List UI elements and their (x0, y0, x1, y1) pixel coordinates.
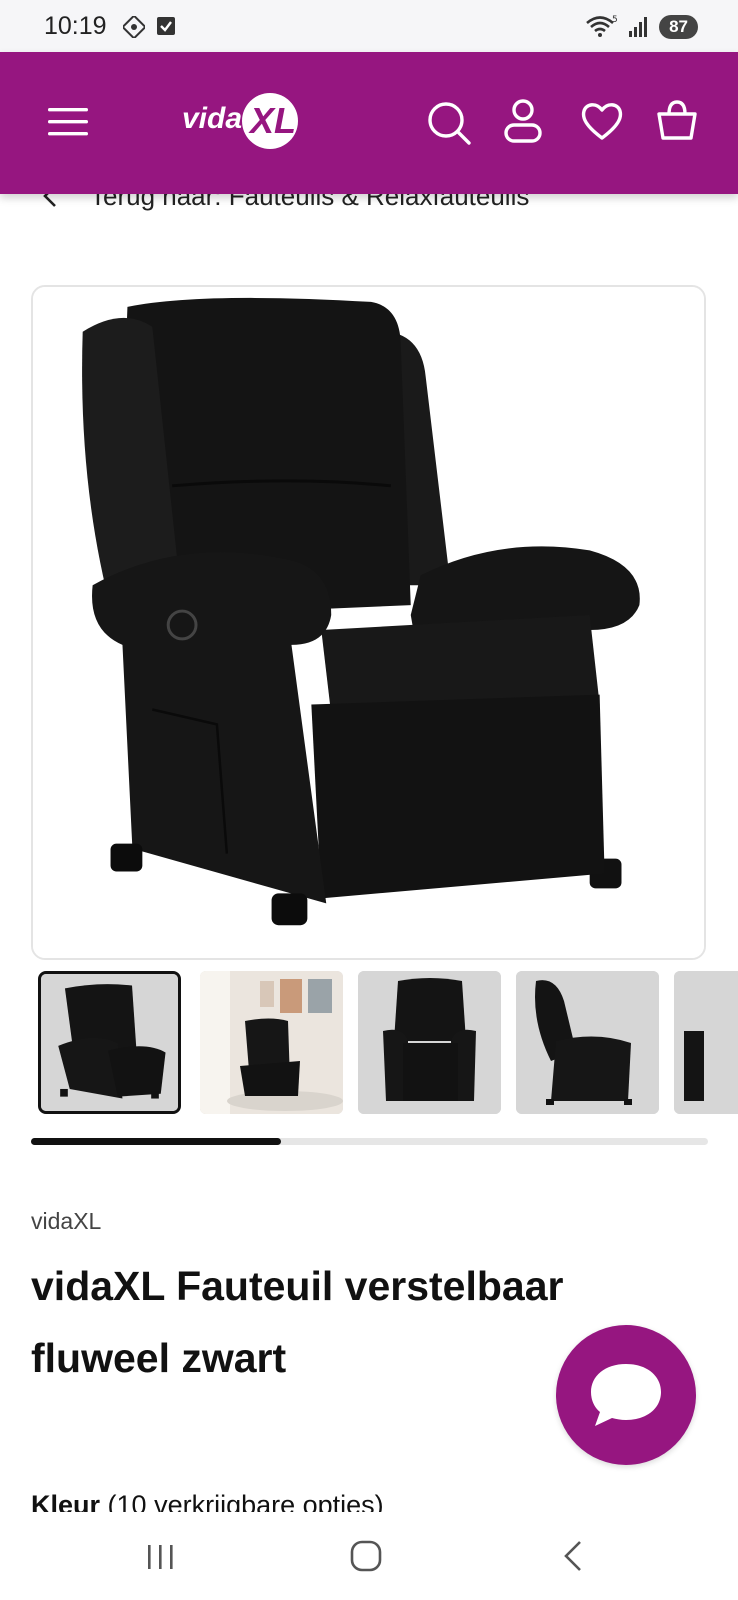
gallery-scroll-thumb[interactable] (31, 1138, 282, 1145)
system-nav-bar (0, 1512, 738, 1600)
recliner-image (33, 287, 704, 958)
search-icon[interactable] (426, 100, 472, 146)
status-right: 5 87 (585, 14, 698, 40)
svg-text:5: 5 (612, 15, 618, 25)
status-bar: 10:19 5 87 (0, 0, 738, 52)
checkbox-icon (157, 17, 175, 35)
thumbnail-image (516, 971, 659, 1114)
battery-icon: 87 (659, 15, 698, 39)
site-header: vida XL (0, 52, 738, 194)
product-title: vidaXL Fauteuil verstelbaar fluweel zwar… (31, 1263, 564, 1381)
thumbnail-image (200, 971, 343, 1114)
signal-icon (629, 17, 648, 37)
nfc-icon (123, 16, 145, 38)
product-brand[interactable]: vidaXL (31, 1208, 101, 1235)
thumbnail-1[interactable] (38, 971, 181, 1114)
wishlist-icon[interactable] (580, 100, 624, 142)
thumbnail-2[interactable] (200, 971, 343, 1114)
thumbnail-strip[interactable] (38, 968, 738, 1116)
thumbnail-image (674, 971, 738, 1114)
back-icon[interactable] (560, 1538, 586, 1574)
vidaxl-logo[interactable]: vida XL (182, 88, 312, 152)
chat-bubble-icon (591, 1364, 661, 1426)
svg-text:XL: XL (248, 100, 296, 141)
thumbnail-image (358, 971, 501, 1114)
home-icon[interactable] (348, 1538, 384, 1574)
thumbnail-5[interactable] (674, 971, 738, 1114)
product-main-image[interactable] (31, 285, 706, 960)
colour-options-count: (10 verkrijgbare opties) (107, 1490, 384, 1512)
chat-button[interactable] (556, 1325, 696, 1465)
thumbnail-4[interactable] (516, 971, 659, 1114)
gallery-scroll-track[interactable] (31, 1138, 708, 1145)
menu-icon[interactable] (48, 106, 88, 138)
colour-label: Kleur (31, 1490, 101, 1512)
svg-text:vida: vida (182, 102, 242, 135)
wifi-icon: 5 (586, 15, 618, 37)
thumbnail-image (41, 974, 178, 1111)
account-icon[interactable] (503, 98, 543, 144)
status-time: 10:19 (44, 12, 107, 40)
cart-icon[interactable] (655, 98, 699, 142)
colour-selector-label: Kleur (10 verkrijgbare opties) (31, 1490, 384, 1512)
thumbnail-3[interactable] (358, 971, 501, 1114)
recent-apps-icon[interactable] (144, 1542, 178, 1572)
